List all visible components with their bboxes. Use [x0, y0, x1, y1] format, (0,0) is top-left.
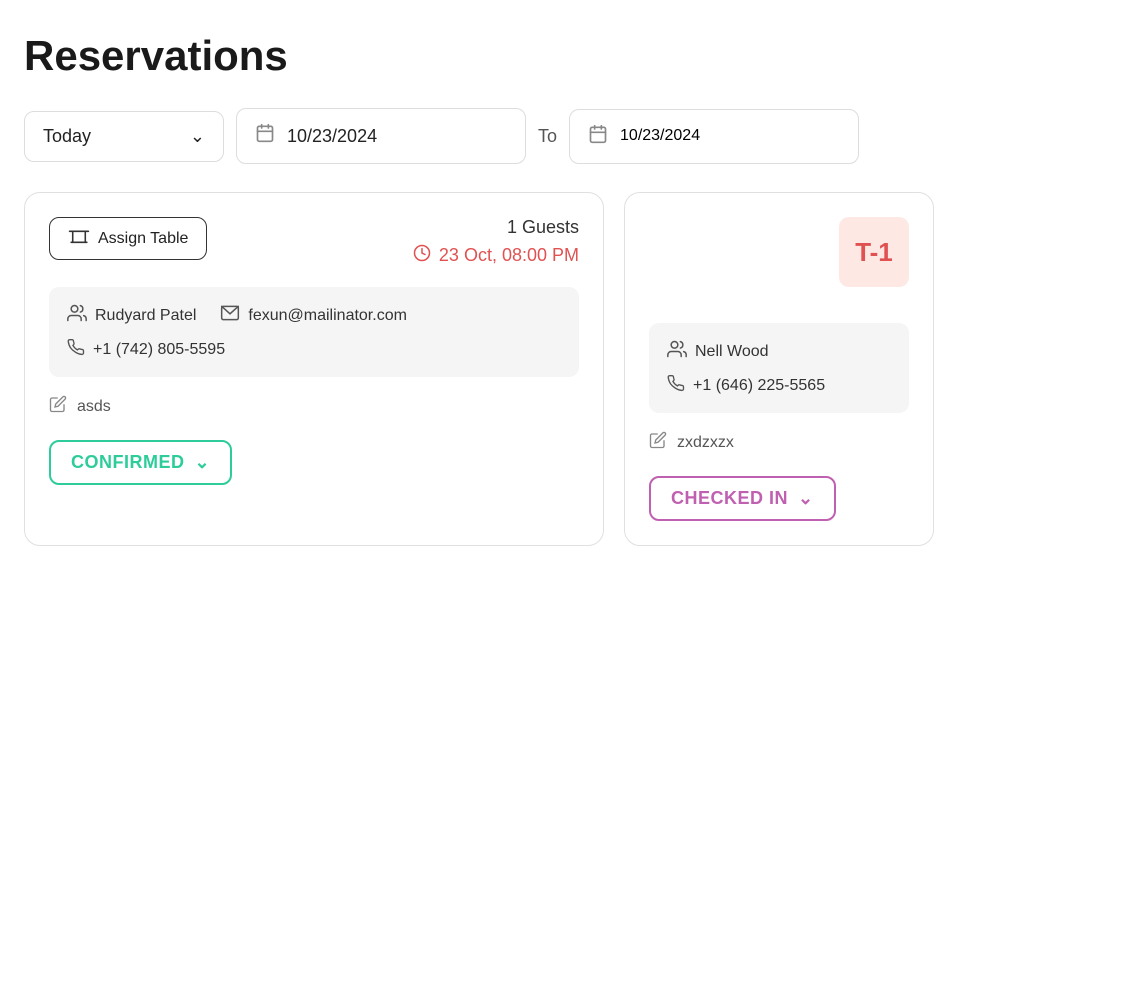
guest-phone-item-2: +1 (646) 225-5565: [667, 374, 825, 397]
date-to-input[interactable]: 10/23/2024: [569, 109, 859, 164]
clock-icon-1: [413, 244, 431, 267]
guest-phone-row-2: +1 (646) 225-5565: [667, 374, 891, 397]
guest-name-item-1: Rudyard Patel: [67, 303, 196, 328]
notes-row-1: asds: [49, 395, 579, 418]
person-icon-1: [67, 303, 87, 328]
guest-info-box-2: Nell Wood +1 (646) 225-5565: [649, 323, 909, 413]
edit-icon-2: [649, 431, 667, 454]
filter-bar: Today ⌄ 10/23/2024 To 10/23/2024: [24, 108, 1104, 164]
card-info-right-1: 1 Guests 23 Oct, 08:00 PM: [413, 217, 579, 267]
phone-icon-2: [667, 374, 685, 397]
cards-container: Assign Table 1 Guests 23 Oct, 08:00 PM: [24, 192, 1104, 546]
guest-name-row-2: Nell Wood: [667, 339, 891, 364]
date-from-value: 10/23/2024: [287, 126, 377, 147]
status-chevron-2: ⌄: [798, 488, 814, 509]
card-top-1: Assign Table 1 Guests 23 Oct, 08:00 PM: [49, 217, 579, 267]
date-to-value: 10/23/2024: [620, 127, 700, 145]
table-icon: [68, 228, 90, 249]
guest-phone-2: +1 (646) 225-5565: [693, 377, 825, 395]
guest-info-box-1: Rudyard Patel fexun@mailinator.com: [49, 287, 579, 377]
guest-phone-1: +1 (742) 805-5595: [93, 341, 225, 359]
phone-icon-1: [67, 338, 85, 361]
time-text-1: 23 Oct, 08:00 PM: [439, 245, 579, 266]
status-chevron-1: ⌄: [195, 452, 211, 473]
table-badge-2: T-1: [839, 217, 909, 287]
to-label: To: [538, 126, 557, 147]
guest-name-row-1: Rudyard Patel fexun@mailinator.com: [67, 303, 561, 328]
status-label-2: CHECKED IN: [671, 488, 788, 509]
status-button-2[interactable]: CHECKED IN ⌄: [649, 476, 836, 521]
status-button-1[interactable]: CONFIRMED ⌄: [49, 440, 232, 485]
page-title: Reservations: [24, 32, 1104, 80]
edit-icon-1: [49, 395, 67, 418]
notes-text-1: asds: [77, 398, 111, 416]
notes-row-2: zxdzxzx: [649, 431, 909, 454]
calendar-to-icon: [588, 124, 608, 149]
notes-text-2: zxdzxzx: [677, 434, 734, 452]
chevron-down-icon: ⌄: [190, 126, 205, 147]
calendar-from-icon: [255, 123, 275, 149]
guest-phone-item-1: +1 (742) 805-5595: [67, 338, 225, 361]
guest-phone-row-1: +1 (742) 805-5595: [67, 338, 561, 361]
reservation-card-1: Assign Table 1 Guests 23 Oct, 08:00 PM: [24, 192, 604, 546]
date-from-input[interactable]: 10/23/2024: [236, 108, 526, 164]
assign-table-label: Assign Table: [98, 230, 188, 248]
guest-name-1: Rudyard Patel: [95, 307, 196, 325]
card-top-2: T-1: [649, 217, 909, 307]
person-icon-2: [667, 339, 687, 364]
email-icon-1: [220, 303, 240, 328]
assign-table-button[interactable]: Assign Table: [49, 217, 207, 260]
reservation-card-2: T-1 Nell Wood: [624, 192, 934, 546]
period-label: Today: [43, 126, 91, 147]
guest-name-2: Nell Wood: [695, 343, 769, 361]
guests-count-1: 1 Guests: [413, 217, 579, 238]
guest-name-item-2: Nell Wood: [667, 339, 769, 364]
period-dropdown[interactable]: Today ⌄: [24, 111, 224, 162]
status-label-1: CONFIRMED: [71, 452, 185, 473]
reservation-time-1: 23 Oct, 08:00 PM: [413, 244, 579, 267]
guest-email-1: fexun@mailinator.com: [248, 307, 407, 325]
guest-email-item-1: fexun@mailinator.com: [220, 303, 407, 328]
